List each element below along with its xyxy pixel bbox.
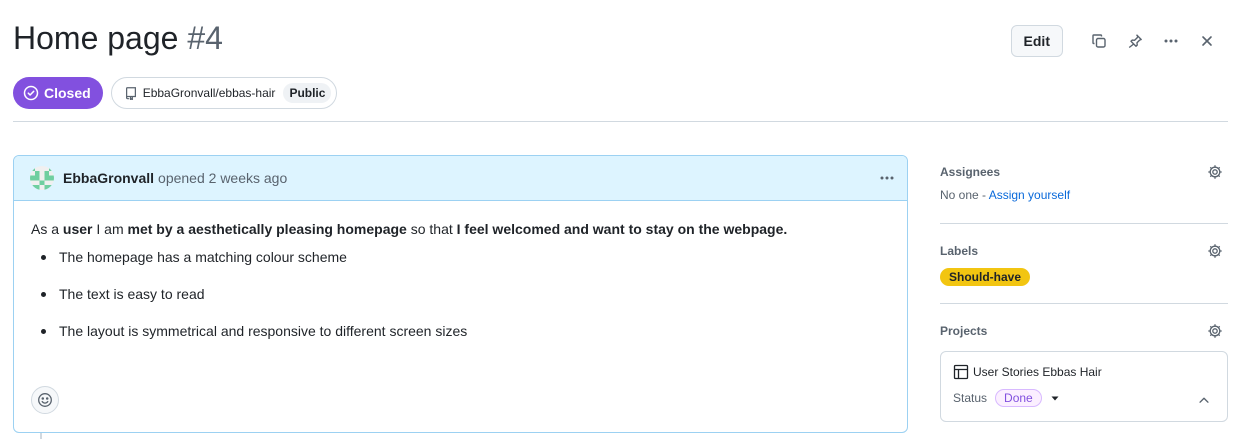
project-title-row[interactable]: User Stories Ebbas Hair [953, 364, 1215, 380]
copy-icon[interactable] [1083, 25, 1115, 57]
issue-title-text: Home page [13, 20, 179, 56]
list-item: The layout is symmetrical and responsive… [31, 321, 891, 358]
status-label: Status [953, 391, 988, 405]
triangle-down-icon[interactable] [1050, 393, 1060, 403]
assignees-value: No one - Assign yourself [940, 188, 1071, 202]
assignees-section: Assignees No one - Assign yourself [940, 160, 1228, 224]
project-name: User Stories Ebbas Hair [973, 365, 1102, 379]
issue-meta: Closed EbbaGronvall/ebbas-hair Public [13, 77, 338, 109]
avatar[interactable] [30, 166, 54, 190]
timeline-line [40, 433, 42, 439]
comment-body: As a user I am met by a aesthetically pl… [14, 201, 907, 358]
kebab-horizontal-icon[interactable] [1155, 25, 1187, 57]
pin-icon[interactable] [1119, 25, 1151, 57]
header-actions: Edit [1010, 25, 1223, 57]
status-value-badge[interactable]: Done [995, 389, 1042, 407]
labels-section: Labels Should-have [940, 224, 1228, 304]
repo-link[interactable]: EbbaGronvall/ebbas-hair Public [110, 77, 338, 109]
repo-name: EbbaGronvall/ebbas-hair [142, 86, 276, 100]
status-badge: Closed [13, 77, 103, 109]
project-status-row: Status Done [953, 389, 1215, 407]
repo-icon [125, 87, 136, 100]
status-badge-label: Closed [44, 85, 91, 101]
visibility-label: Public [283, 83, 332, 103]
assignees-gear-icon[interactable] [1207, 164, 1223, 180]
add-reaction-smiley-icon[interactable] [31, 386, 59, 414]
list-item: The text is easy to read [31, 284, 891, 321]
header-divider [13, 121, 1228, 122]
issue-sidebar: Assignees No one - Assign yourself Label… [940, 160, 1228, 422]
projects-gear-icon[interactable] [1207, 323, 1223, 339]
assignees-title: Assignees [940, 165, 1001, 179]
chevron-up-icon[interactable] [1197, 393, 1211, 407]
label-should-have[interactable]: Should-have [940, 268, 1031, 286]
issue-number: #4 [187, 20, 223, 56]
comment-options-icon[interactable] [879, 170, 895, 186]
labels-gear-icon[interactable] [1207, 243, 1223, 259]
assign-yourself-link[interactable]: Assign yourself [989, 188, 1070, 202]
project-card: User Stories Ebbas Hair Status Done [940, 351, 1228, 422]
issue-title: Home page #4 [13, 20, 223, 57]
edit-button[interactable]: Edit [1010, 25, 1063, 57]
issue-comment: EbbaGronvall opened 2 weeks ago As a use… [13, 155, 908, 433]
user-story-text: As a user I am met by a aesthetically pl… [31, 221, 788, 237]
table-icon [953, 364, 969, 380]
comment-timestamp: opened 2 weeks ago [158, 170, 288, 186]
projects-section: Projects User Stories Ebbas Hair Status … [940, 304, 1228, 422]
labels-title: Labels [940, 244, 979, 258]
list-item: The homepage has a matching colour schem… [31, 247, 891, 284]
comment-author[interactable]: EbbaGronvall [63, 170, 154, 186]
projects-title: Projects [940, 324, 988, 338]
check-circle-icon [23, 85, 39, 101]
comment-header: EbbaGronvall opened 2 weeks ago [14, 156, 907, 201]
close-icon[interactable] [1191, 25, 1223, 57]
acceptance-criteria-list: The homepage has a matching colour schem… [31, 247, 891, 358]
